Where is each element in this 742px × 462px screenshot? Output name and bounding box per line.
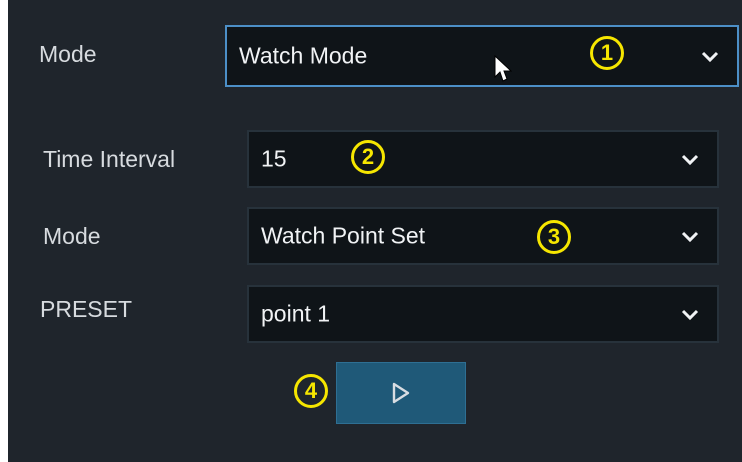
mouse-pointer-icon xyxy=(494,55,512,82)
mode2-value: Watch Point Set xyxy=(261,222,426,249)
preset-select[interactable]: point 1 xyxy=(247,285,719,343)
callout-badge-4: 4 xyxy=(294,374,328,408)
preset-value: point 1 xyxy=(261,300,331,327)
time-interval-value: 15 xyxy=(261,145,287,172)
chevron-down-icon xyxy=(681,309,699,321)
chevron-down-icon xyxy=(701,51,719,63)
chevron-down-icon xyxy=(681,154,699,166)
callout-badge-1: 1 xyxy=(590,36,624,70)
mode2-label: Mode xyxy=(43,223,101,249)
mode2-select[interactable]: Watch Point Set xyxy=(247,207,719,265)
mode-select-value: Watch Mode xyxy=(239,42,368,69)
settings-panel: Mode Watch Mode Time Interval 15 Mode Wa… xyxy=(8,0,742,462)
callout-badge-2: 2 xyxy=(351,140,385,174)
chevron-down-icon xyxy=(681,231,699,243)
play-icon xyxy=(392,382,410,404)
callout-badge-3: 3 xyxy=(537,220,571,254)
preset-label: PRESET xyxy=(40,296,133,322)
play-button[interactable] xyxy=(336,362,466,424)
mode-select[interactable]: Watch Mode xyxy=(225,25,739,87)
mode-label: Mode xyxy=(39,41,97,67)
time-interval-select[interactable]: 15 xyxy=(247,130,719,188)
time-interval-label: Time Interval xyxy=(43,146,176,172)
